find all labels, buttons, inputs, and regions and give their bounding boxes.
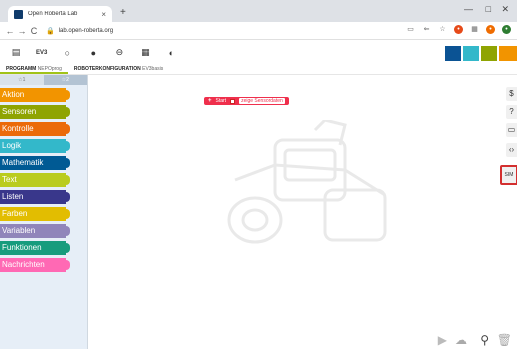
tab-program[interactable]: PROGRAMM NEPOprog bbox=[0, 64, 68, 74]
minimize-button[interactable]: — bbox=[464, 4, 473, 14]
category-logik[interactable]: Logik bbox=[0, 139, 70, 153]
app-toolbar: ▤ EV3 ○ ● ⊖ ▦ ◐ bbox=[0, 41, 517, 64]
trash-icon[interactable]: 🗑 bbox=[497, 333, 512, 347]
ev3-robot-watermark bbox=[227, 120, 387, 244]
back-button[interactable]: ← bbox=[4, 26, 16, 36]
tab-close-button[interactable]: × bbox=[101, 10, 106, 19]
category-listen[interactable]: Listen bbox=[0, 190, 70, 204]
info-icon[interactable]: ▭ bbox=[506, 123, 517, 137]
level-2-tab[interactable]: ☆2 bbox=[43, 75, 87, 85]
extension-icon[interactable]: • bbox=[454, 25, 463, 34]
forward-button[interactable]: → bbox=[16, 26, 28, 36]
language-icon[interactable]: ◐ bbox=[165, 48, 177, 58]
open-roberta-logo[interactable] bbox=[445, 43, 517, 63]
cast-icon[interactable]: ▭ bbox=[406, 25, 415, 34]
category-farben[interactable]: Farben bbox=[0, 207, 70, 221]
zoom-icon[interactable]: ⚲ bbox=[480, 333, 489, 347]
category-text[interactable]: Text bbox=[0, 173, 70, 187]
user-icon[interactable]: ● bbox=[87, 48, 99, 58]
lock-icon: 🔒 bbox=[46, 27, 55, 35]
new-tab-button[interactable]: + bbox=[120, 6, 126, 20]
toolbox-palette: ☆1 ☆2 Aktion Sensoren Kontrolle Logik Mathem… bbox=[0, 75, 88, 349]
url-field[interactable]: lab.open-roberta.org bbox=[59, 28, 113, 34]
run-icon[interactable]: ▶ bbox=[438, 333, 447, 347]
category-sensoren[interactable]: Sensoren bbox=[0, 105, 70, 119]
show-sensor-data-checkbox[interactable] bbox=[230, 98, 236, 104]
grid-icon[interactable]: ▦ bbox=[139, 47, 151, 58]
favicon-icon bbox=[14, 9, 23, 19]
category-aktion[interactable]: Aktion bbox=[0, 88, 70, 102]
maximize-button[interactable]: □ bbox=[486, 4, 491, 14]
close-window-button[interactable]: ✕ bbox=[501, 4, 509, 15]
help-icon[interactable]: ? bbox=[506, 105, 517, 119]
tab-config-title: ROBOTERKONFIGURATION bbox=[73, 66, 141, 72]
menu-icon[interactable]: ▤ bbox=[10, 47, 22, 58]
browser-extensions: ▭ ⇐ ☆ • ▦ • • bbox=[406, 25, 511, 34]
category-kontrolle[interactable]: Kontrolle bbox=[0, 122, 70, 136]
extensions-puzzle-icon[interactable]: ▦ bbox=[470, 25, 479, 34]
share-icon[interactable]: ⇐ bbox=[422, 25, 431, 34]
tab-title: Open Roberta Lab bbox=[28, 11, 78, 17]
category-nachrichten[interactable]: Nachrichten bbox=[0, 258, 70, 272]
gallery-icon[interactable]: ⊖ bbox=[113, 47, 125, 58]
tab-program-subtitle: NEPOprog bbox=[37, 66, 62, 72]
category-mathematik[interactable]: Mathematik bbox=[0, 156, 70, 170]
upload-cloud-icon[interactable]: ☁ bbox=[455, 333, 467, 347]
account-icon[interactable]: • bbox=[502, 25, 511, 34]
show-sensor-data-label: zeige Sensordaten bbox=[239, 98, 285, 104]
simulation-icon[interactable]: SIM bbox=[500, 165, 517, 185]
start-block-label: Start bbox=[215, 98, 227, 104]
program-tabs: PROGRAMM NEPOprog ROBOTERKONFIGURATION E… bbox=[0, 64, 517, 74]
tab-robot-config[interactable]: ROBOTERKONFIGURATION EV3basis bbox=[68, 64, 169, 74]
browser-titlebar: Open Roberta Lab × + — □ ✕ bbox=[0, 0, 517, 22]
tab-config-subtitle: EV3basis bbox=[142, 66, 164, 72]
robot-selector[interactable]: EV3 bbox=[36, 50, 47, 56]
address-bar: ← → C 🔒 lab.open-roberta.org ▭ ⇐ ☆ • ▦ •… bbox=[0, 22, 517, 40]
lightbulb-icon[interactable]: ○ bbox=[61, 48, 73, 58]
profile-icon[interactable]: • bbox=[486, 25, 495, 34]
category-funktionen[interactable]: Funktionen bbox=[0, 241, 70, 255]
level-selector: ☆1 ☆2 bbox=[0, 75, 87, 85]
code-icon[interactable]: $ bbox=[506, 87, 517, 101]
category-variablen[interactable]: Variablen bbox=[0, 224, 70, 238]
add-icon[interactable]: + bbox=[208, 98, 212, 104]
level-1-tab[interactable]: ☆1 bbox=[0, 75, 44, 85]
star-icon[interactable]: ☆ bbox=[438, 25, 447, 34]
tab-program-title: PROGRAMM bbox=[6, 66, 37, 72]
start-block[interactable]: + Start zeige Sensordaten bbox=[204, 97, 289, 105]
browser-tab[interactable]: Open Roberta Lab × bbox=[8, 6, 112, 22]
code-view-icon[interactable]: ‹› bbox=[506, 143, 517, 157]
reload-button[interactable]: C bbox=[28, 26, 40, 36]
